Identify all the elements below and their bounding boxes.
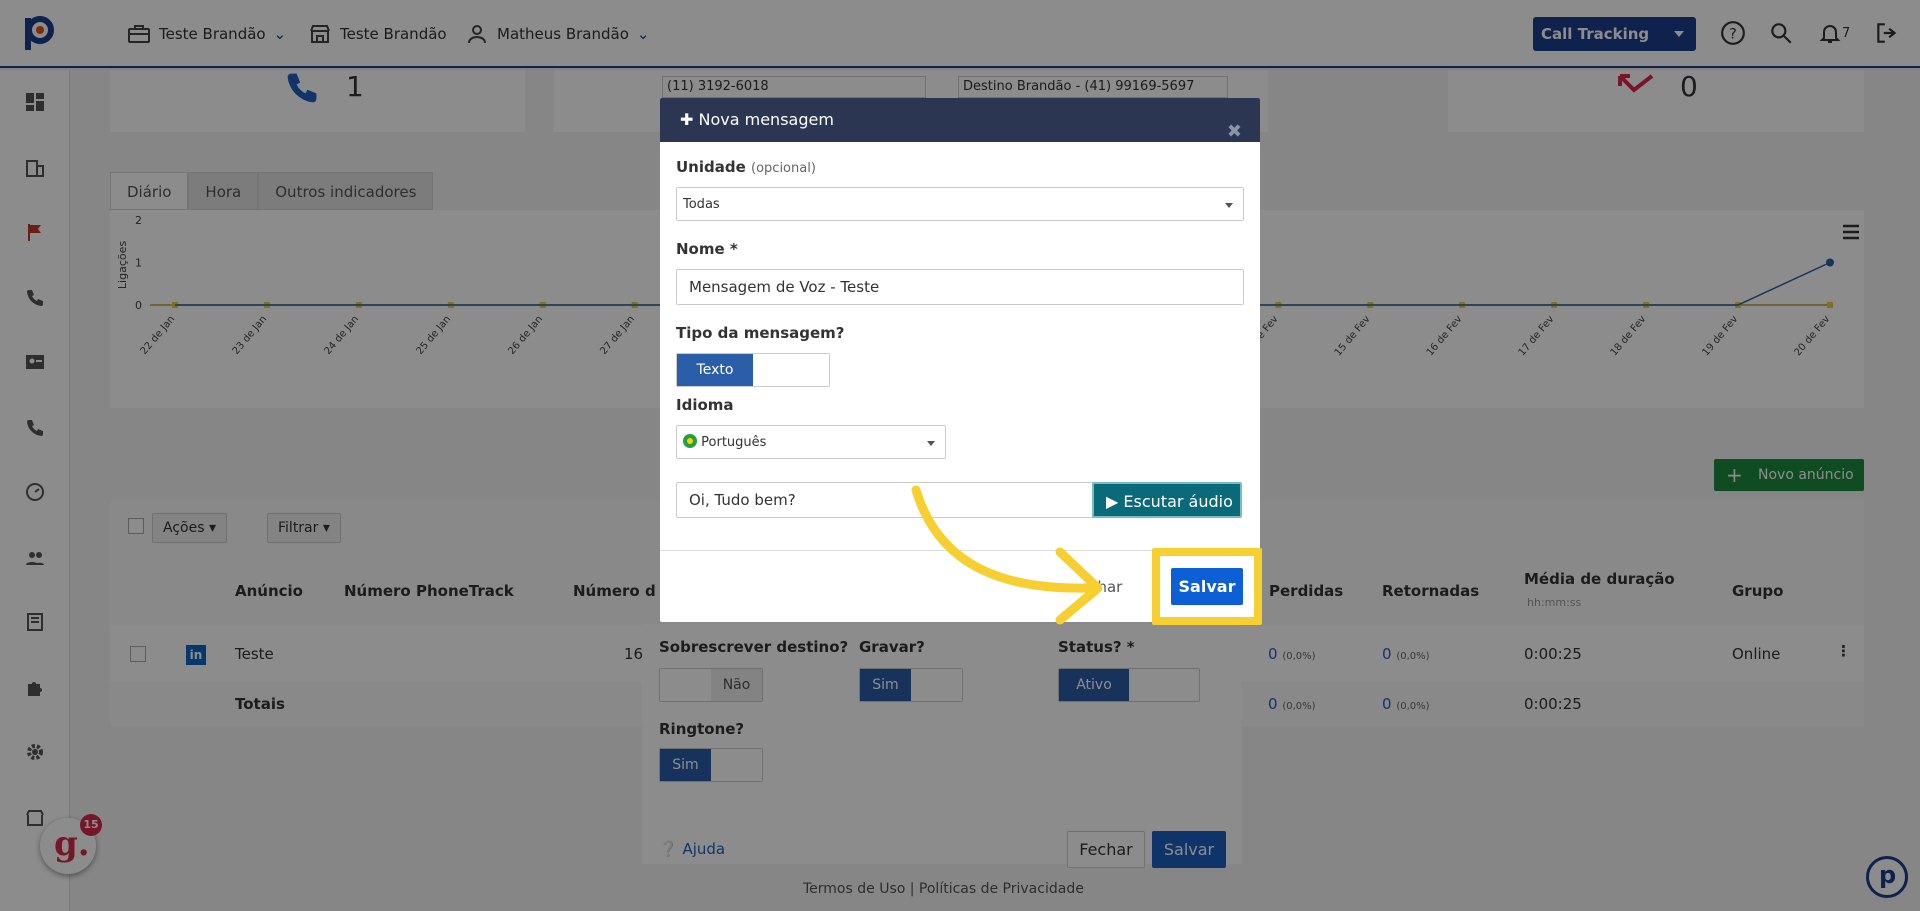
message-type-value: Texto: [677, 354, 753, 386]
language-select-value: Português: [701, 435, 767, 450]
name-input[interactable]: Mensagem de Voz - Teste: [676, 269, 1244, 305]
close-icon[interactable]: ✖: [1227, 110, 1242, 154]
language-label: Idioma: [676, 396, 734, 414]
message-text-value: Oi, Tudo bem?: [689, 491, 796, 509]
unit-optional: (opcional): [751, 161, 816, 176]
message-type-label: Tipo da mensagem?: [676, 324, 845, 342]
caret-down-icon: [927, 441, 935, 446]
message-type-toggle[interactable]: Texto: [676, 353, 830, 387]
brazil-flag-icon: [683, 434, 697, 448]
name-input-value: Mensagem de Voz - Teste: [689, 278, 880, 296]
modal-header: ✚ Nova mensagem ✖: [660, 98, 1260, 142]
annotation-arrow: [911, 485, 1103, 625]
unit-label: Unidade (opcional): [676, 158, 816, 176]
toggle-blank: [753, 354, 829, 386]
plus-icon: ✚: [680, 110, 694, 129]
modal-title: Nova mensagem: [698, 110, 834, 129]
caret-down-icon: [1225, 203, 1233, 208]
unit-select-value: Todas: [683, 197, 720, 212]
modal-save-button[interactable]: Salvar: [1171, 568, 1243, 605]
unit-label-text: Unidade: [676, 158, 746, 176]
language-select[interactable]: Português: [676, 425, 946, 459]
unit-select[interactable]: Todas: [676, 187, 1244, 221]
name-label: Nome *: [676, 240, 738, 258]
